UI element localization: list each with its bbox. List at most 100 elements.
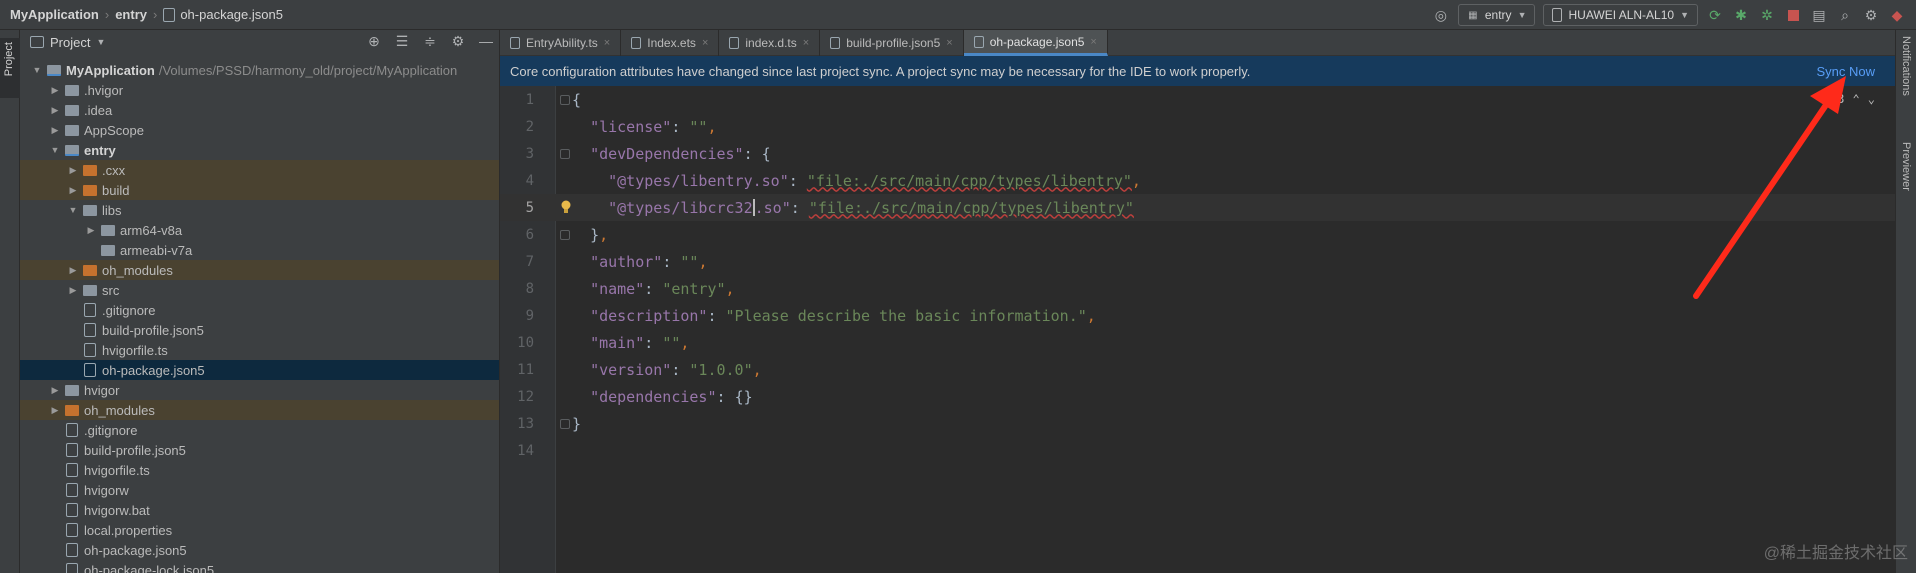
breadcrumb-file[interactable]: oh-package.json5 <box>180 7 283 22</box>
expand-all-icon[interactable]: ☰ <box>393 32 411 50</box>
editor-tab[interactable]: index.d.ts × <box>719 30 821 56</box>
close-icon[interactable]: × <box>604 37 610 49</box>
tree-item[interactable]: ▶ hvigor <box>20 380 499 400</box>
tree-item[interactable]: build-profile.json5 <box>20 320 499 340</box>
tree-item[interactable]: ▶ arm64-v8a <box>20 220 499 240</box>
code-line[interactable]: 9 "description": "Please describe the ba… <box>500 302 1895 329</box>
rerun-icon[interactable]: ⟳ <box>1706 6 1724 24</box>
tree-item[interactable]: oh-package.json5 <box>20 360 499 380</box>
sync-now-link[interactable]: Sync Now <box>1816 64 1875 79</box>
project-tool-tab[interactable]: Project <box>0 38 20 98</box>
tree-item[interactable]: oh-package-lock.json5 <box>20 560 499 573</box>
tree-item[interactable]: .gitignore <box>20 420 499 440</box>
editor-tab[interactable]: oh-package.json5 × <box>963 30 1108 56</box>
tree-item[interactable]: hvigorfile.ts <box>20 340 499 360</box>
previewer-tab[interactable]: Previewer <box>1900 142 1912 191</box>
tree-item[interactable]: ▶ .hvigor <box>20 80 499 100</box>
chevron-right-icon[interactable]: ▶ <box>66 165 80 176</box>
tree-item[interactable]: ▶ build <box>20 180 499 200</box>
chevron-down-icon[interactable]: ▼ <box>30 65 44 75</box>
stop-icon[interactable] <box>1784 6 1802 24</box>
code-line[interactable]: 14 <box>500 437 1895 464</box>
breadcrumb-project[interactable]: MyApplication <box>10 7 99 22</box>
tree-item[interactable]: .gitignore <box>20 300 499 320</box>
fold-marker-icon[interactable] <box>560 148 570 159</box>
code-editor[interactable]: 1{2 "license": "", 3 "devDependencies": {… <box>500 86 1895 573</box>
ide-icon[interactable]: ◆ <box>1888 6 1906 24</box>
notifications-tab[interactable]: Notifications <box>1900 36 1912 96</box>
target-icon[interactable]: ◎ <box>1432 6 1450 24</box>
code-line[interactable]: 1{ <box>500 86 1895 113</box>
chevron-down-icon[interactable]: ⌄ <box>1868 92 1875 106</box>
chevron-right-icon[interactable]: ▶ <box>66 265 80 276</box>
code-line[interactable]: 6 }, <box>500 221 1895 248</box>
tree-item[interactable]: oh-package.json5 <box>20 540 499 560</box>
chevron-down-icon[interactable]: ▼ <box>96 37 105 47</box>
locate-icon[interactable]: ⊕ <box>365 32 383 50</box>
code-line[interactable]: 8 "name": "entry", <box>500 275 1895 302</box>
tree-item[interactable]: ▶ oh_modules <box>20 260 499 280</box>
chevron-down-icon[interactable]: ▼ <box>48 145 62 155</box>
fold-marker-icon[interactable] <box>560 229 570 240</box>
chevron-right-icon[interactable]: ▶ <box>48 385 62 396</box>
tree-item[interactable]: ▶ src <box>20 280 499 300</box>
tree-item[interactable]: ▶ .cxx <box>20 160 499 180</box>
project-view-selector[interactable]: Project <box>50 35 90 50</box>
tree-item[interactable]: ▼ libs <box>20 200 499 220</box>
attach-debugger-icon[interactable]: ✲ <box>1758 6 1776 24</box>
collapse-all-icon[interactable]: ≑ <box>421 32 439 50</box>
code-line[interactable]: 5 "@types/libcrc32 .so": "file:./src/main… <box>500 194 1895 221</box>
tree-item[interactable]: hvigorw <box>20 480 499 500</box>
code-line[interactable]: 2 "license": "", <box>500 113 1895 140</box>
close-icon[interactable]: × <box>803 37 809 49</box>
close-icon[interactable]: × <box>702 37 708 49</box>
code-line[interactable]: 11 "version": "1.0.0", <box>500 356 1895 383</box>
chevron-right-icon[interactable]: ▶ <box>48 405 62 416</box>
device-selector[interactable]: HUAWEI ALN-AL10 ▼ <box>1543 4 1698 26</box>
debug-icon[interactable]: ✱ <box>1732 6 1750 24</box>
code-line[interactable]: 12 "dependencies": {} <box>500 383 1895 410</box>
inspection-widget[interactable]: ● 3 ⌃ ⌄ <box>1822 92 1875 106</box>
module-selector[interactable]: ▦ entry ▼ <box>1457 4 1536 26</box>
chevron-down-icon[interactable]: ▼ <box>66 205 80 215</box>
code-line[interactable]: 13} <box>500 410 1895 437</box>
close-icon[interactable]: × <box>946 37 952 49</box>
tree-item[interactable]: hvigorfile.ts <box>20 460 499 480</box>
tree-item[interactable]: ▼ MyApplication/Volumes/PSSD/harmony_old/… <box>20 60 499 80</box>
tree-item[interactable]: ▶ oh_modules <box>20 400 499 420</box>
hide-icon[interactable]: — <box>477 32 495 50</box>
code-line[interactable]: 7 "author": "", <box>500 248 1895 275</box>
file-icon <box>84 323 96 337</box>
chevron-right-icon[interactable]: ▶ <box>66 285 80 296</box>
tree-item[interactable]: hvigorw.bat <box>20 500 499 520</box>
fold-marker-icon[interactable] <box>560 418 570 429</box>
search-icon[interactable]: ⌕ <box>1836 6 1854 24</box>
editor-tab[interactable]: build-profile.json5 × <box>820 30 964 56</box>
module-icon: ▦ <box>1468 9 1478 21</box>
fold-marker-icon[interactable] <box>560 94 570 105</box>
chevron-right-icon[interactable]: ▶ <box>48 85 62 96</box>
chevron-right-icon[interactable]: ▶ <box>84 225 98 236</box>
tree-item[interactable]: local.properties <box>20 520 499 540</box>
tree-item[interactable]: ▶ .idea <box>20 100 499 120</box>
editor-tab[interactable]: EntryAbility.ts × <box>500 30 622 56</box>
chevron-right-icon[interactable]: ▶ <box>48 105 62 116</box>
code-line[interactable]: 3 "devDependencies": { <box>500 140 1895 167</box>
close-icon[interactable]: × <box>1090 36 1096 48</box>
tree-item[interactable]: armeabi-v7a <box>20 240 499 260</box>
project-structure-icon[interactable]: ▤ <box>1810 6 1828 24</box>
tree-item[interactable]: build-profile.json5 <box>20 440 499 460</box>
lightbulb-icon[interactable] <box>560 200 572 214</box>
breadcrumb-module[interactable]: entry <box>115 7 147 22</box>
chevron-right-icon[interactable]: ▶ <box>66 185 80 196</box>
settings-icon[interactable]: ⚙ <box>1862 6 1880 24</box>
editor-tab[interactable]: Index.ets × <box>621 30 720 56</box>
code-text: "@types/libcrc32 .so": "file:./src/main/c… <box>608 198 1134 217</box>
tree-item[interactable]: ▶ AppScope <box>20 120 499 140</box>
code-line[interactable]: 10 "main": "", <box>500 329 1895 356</box>
gear-icon[interactable]: ⚙ <box>449 32 467 50</box>
chevron-right-icon[interactable]: ▶ <box>48 125 62 136</box>
chevron-up-icon[interactable]: ⌃ <box>1853 92 1860 106</box>
tree-item[interactable]: ▼ entry <box>20 140 499 160</box>
code-line[interactable]: 4 "@types/libentry.so": "file:./src/main… <box>500 167 1895 194</box>
